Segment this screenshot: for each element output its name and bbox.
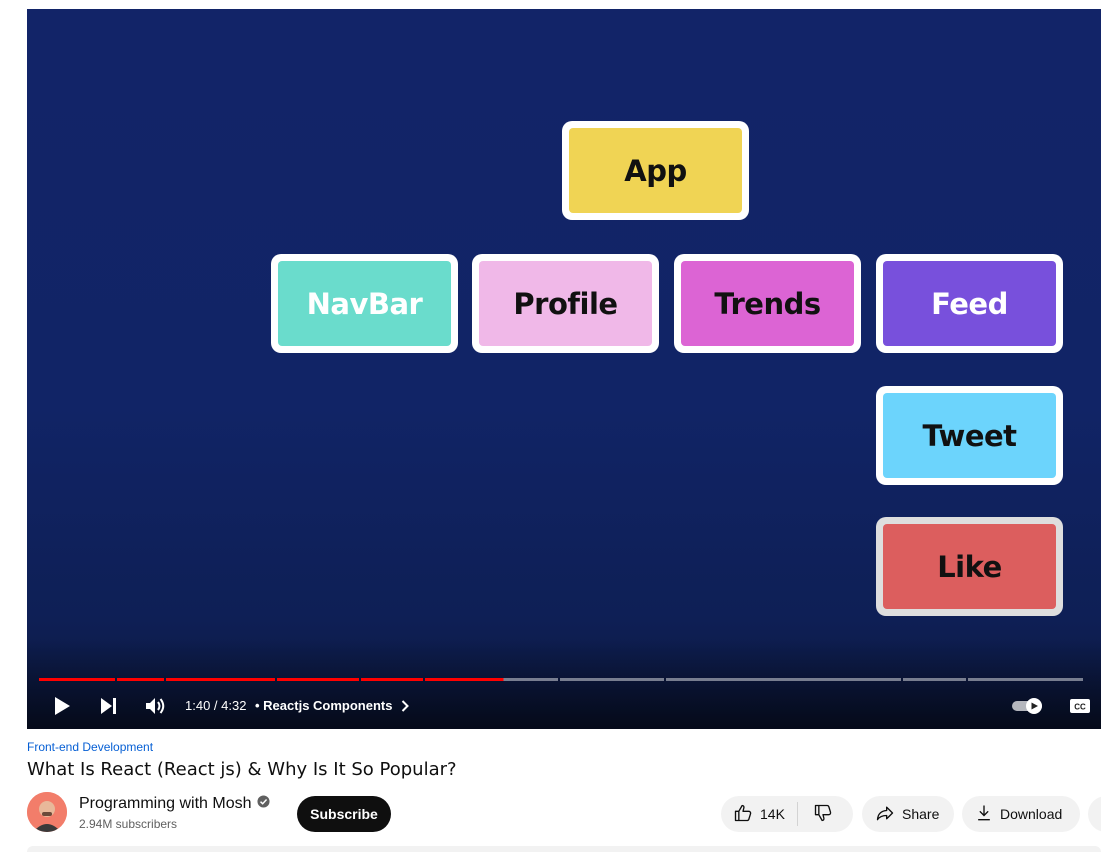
- download-label: Download: [1000, 806, 1063, 822]
- tweet-tile-label: Tweet: [883, 393, 1056, 478]
- channel-avatar[interactable]: [27, 792, 67, 832]
- app-tile-label: App: [569, 128, 742, 213]
- thumbs-up-icon: [733, 803, 753, 826]
- channel-name[interactable]: Programming with Mosh: [79, 795, 270, 813]
- like-dislike-group: 14K: [721, 796, 853, 832]
- trends-tile: Trends: [674, 254, 861, 353]
- download-icon: [974, 803, 994, 826]
- dislike-button[interactable]: [798, 796, 848, 832]
- next-icon[interactable]: [98, 695, 120, 717]
- chapter-segment[interactable]: [166, 678, 275, 681]
- more-actions-button[interactable]: [1088, 796, 1101, 832]
- player-controls: 1:40 / 4:32 • Reactjs Components CC: [27, 689, 1101, 721]
- chapter-segment[interactable]: [666, 678, 901, 681]
- navbar-tile: NavBar: [271, 254, 458, 353]
- profile-tile: Profile: [472, 254, 659, 353]
- like-tile-label: Like: [883, 524, 1056, 609]
- time-display: 1:40 / 4:32: [185, 698, 247, 713]
- chapter-segment[interactable]: [903, 678, 966, 681]
- chapter-label: Reactjs Components: [263, 698, 393, 713]
- category-link[interactable]: Front-end Development: [27, 740, 153, 754]
- like-tile: Like: [876, 517, 1063, 616]
- play-icon[interactable]: [51, 695, 73, 717]
- chapter-segment[interactable]: [39, 678, 115, 681]
- thumbs-down-icon: [813, 803, 833, 826]
- subscriber-count: 2.94M subscribers: [79, 817, 178, 831]
- trends-tile-label: Trends: [681, 261, 854, 346]
- like-button[interactable]: 14K: [721, 802, 798, 826]
- app-tile: App: [562, 121, 749, 220]
- description-box-edge: [27, 846, 1101, 852]
- like-count: 14K: [760, 806, 785, 822]
- chapter-segment[interactable]: [968, 678, 1083, 681]
- chapter-title[interactable]: • Reactjs Components: [255, 698, 410, 715]
- autoplay-toggle[interactable]: [1010, 695, 1046, 717]
- bullet-dot: •: [255, 698, 264, 713]
- profile-tile-label: Profile: [479, 261, 652, 346]
- chapter-segment[interactable]: [361, 678, 423, 681]
- channel-name-text[interactable]: Programming with Mosh: [79, 795, 252, 813]
- captions-icon[interactable]: CC: [1068, 695, 1092, 717]
- progress-bar[interactable]: [39, 678, 1101, 681]
- chapter-segment[interactable]: [277, 678, 359, 681]
- volume-icon[interactable]: [145, 695, 167, 717]
- chevron-right-icon: [401, 700, 410, 715]
- download-button[interactable]: Download: [962, 796, 1080, 832]
- share-button[interactable]: Share: [862, 796, 954, 832]
- subscribe-button[interactable]: Subscribe: [297, 796, 391, 832]
- video-title: What Is React (React js) & Why Is It So …: [27, 759, 457, 780]
- navbar-tile-label: NavBar: [278, 261, 451, 346]
- feed-tile-label: Feed: [883, 261, 1056, 346]
- feed-tile: Feed: [876, 254, 1063, 353]
- tweet-tile: Tweet: [876, 386, 1063, 485]
- chapter-segment-current[interactable]: [425, 678, 558, 681]
- verified-icon: [256, 795, 270, 813]
- share-label: Share: [902, 806, 940, 822]
- video-player[interactable]: App NavBar Profile Trends Feed Tweet Lik…: [27, 9, 1101, 729]
- cc-label: CC: [1074, 703, 1086, 712]
- chapter-segment[interactable]: [117, 678, 164, 681]
- share-icon: [874, 803, 896, 826]
- chapter-segment[interactable]: [560, 678, 664, 681]
